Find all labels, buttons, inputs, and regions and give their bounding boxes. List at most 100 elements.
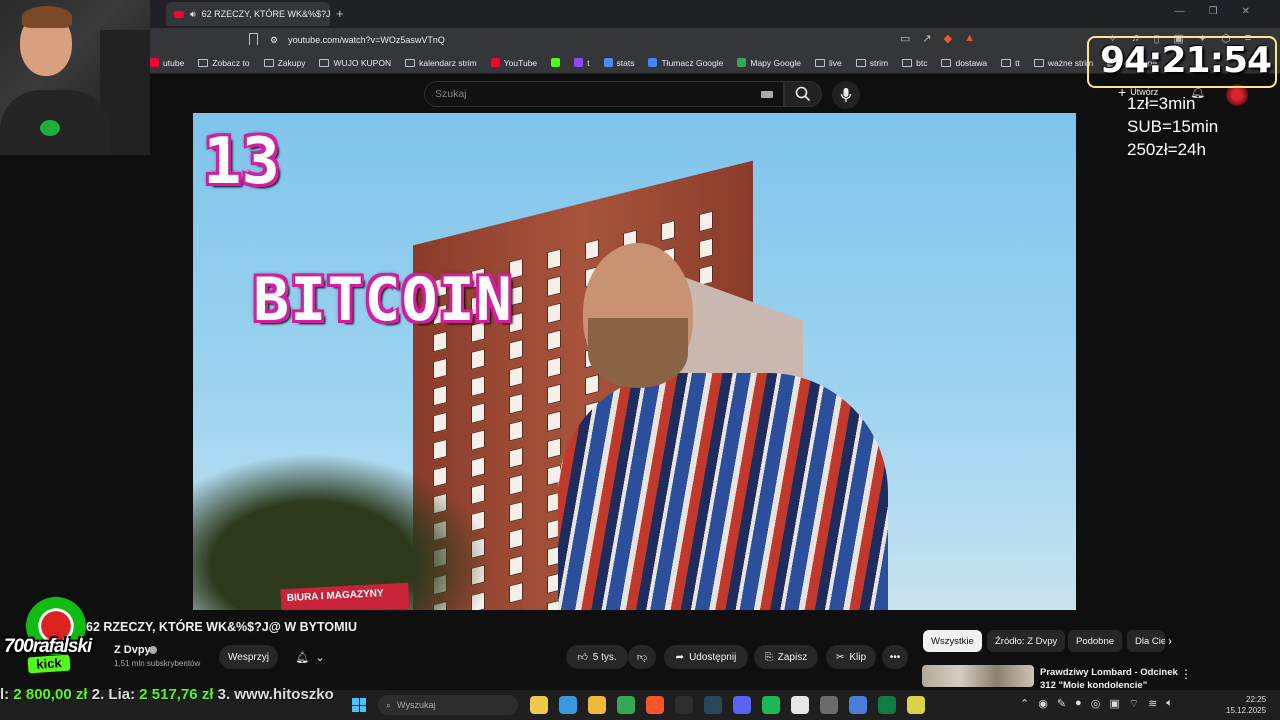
bookmark-item[interactable]: tt bbox=[1001, 58, 1020, 68]
steam-icon[interactable] bbox=[704, 696, 722, 714]
building-window bbox=[471, 402, 485, 424]
bookmark-item[interactable]: ważne strim bbox=[1033, 58, 1093, 68]
bookmark-item[interactable]: stats bbox=[603, 58, 634, 68]
folder-icon bbox=[855, 58, 866, 67]
bookmark-item[interactable]: utube bbox=[150, 58, 184, 68]
chip-for-you[interactable]: Dla Ciebie bbox=[1127, 630, 1165, 652]
chrome-icon[interactable] bbox=[617, 696, 635, 714]
bookmark-item[interactable]: YouTube bbox=[490, 58, 537, 68]
taskbar-clock[interactable]: 22:25 15.12.2025 bbox=[1226, 694, 1266, 716]
new-tab-button[interactable]: + bbox=[336, 6, 344, 21]
recommendation-thumbnail[interactable] bbox=[922, 665, 1034, 687]
share-label: Udostępnij bbox=[689, 651, 737, 663]
brave-icon[interactable] bbox=[646, 696, 664, 714]
bookmark-item[interactable] bbox=[551, 58, 561, 67]
close-window-button[interactable]: ✕ bbox=[1242, 6, 1250, 17]
search-input[interactable]: Szukaj bbox=[424, 81, 784, 107]
search-button[interactable] bbox=[784, 81, 822, 107]
recommendation-title[interactable]: Prawdziwy Lombard - Odcinek 312 "Moje ko… bbox=[1040, 666, 1180, 688]
ticker-amount: 2 800,00 zł bbox=[13, 686, 92, 703]
save-button[interactable]: ⎘ Zapisz bbox=[754, 645, 818, 669]
building-window bbox=[509, 338, 523, 361]
taskbar-search-placeholder: Wyszukaj bbox=[397, 700, 436, 710]
address-bar[interactable]: ⚙︎ youtube.com/watch?v=WOz5aswVTnQ bbox=[270, 31, 970, 49]
building-window bbox=[547, 410, 561, 432]
clip-button[interactable]: ✂ Klip bbox=[826, 645, 876, 669]
site-settings-icon[interactable]: ⚙︎ bbox=[270, 35, 278, 46]
chevron-right-icon[interactable]: › bbox=[1168, 634, 1172, 648]
tray-app-icon[interactable]: ▣ bbox=[1109, 697, 1119, 711]
bookmark-item[interactable]: live bbox=[814, 58, 842, 68]
tray-pen-icon[interactable]: ✎ bbox=[1057, 697, 1066, 711]
resolve-icon[interactable] bbox=[820, 696, 838, 714]
bookmark-label: WUJO KUPON bbox=[333, 57, 392, 68]
twitch-icon bbox=[574, 58, 584, 67]
network-icon[interactable]: ⌔ bbox=[1129, 697, 1139, 711]
subscription-bell-button[interactable]: 🔔︎ ⌄ bbox=[286, 645, 334, 669]
building-window bbox=[585, 374, 599, 396]
bookmark-item[interactable]: t bbox=[574, 58, 590, 68]
notes-icon[interactable] bbox=[907, 696, 925, 714]
chip-source[interactable]: Źródło: Z Dvpy bbox=[987, 630, 1066, 652]
bookmark-item[interactable]: strim bbox=[855, 58, 888, 68]
tray-app-icon[interactable]: ● bbox=[1075, 697, 1082, 711]
bookmark-label: btc bbox=[916, 57, 928, 68]
tray-chevron-icon[interactable]: ⌃ bbox=[1020, 697, 1029, 711]
clock-time: 22:25 bbox=[1246, 695, 1267, 704]
tray-app-icon[interactable]: ◎ bbox=[1091, 697, 1101, 711]
windows-start-icon[interactable] bbox=[352, 698, 366, 712]
bookmark-label: Mapy Google bbox=[750, 57, 801, 68]
bookmark-item[interactable]: Tłumacz Google bbox=[648, 58, 723, 68]
store-icon[interactable] bbox=[559, 696, 577, 714]
more-actions-button[interactable]: ••• bbox=[882, 645, 908, 669]
wifi-icon[interactable]: ≋ bbox=[1148, 697, 1157, 711]
app-icon[interactable] bbox=[791, 696, 809, 714]
voice-search-button[interactable] bbox=[832, 81, 860, 109]
share-button[interactable]: ➦ Udostępnij bbox=[664, 645, 748, 669]
bookmark-item[interactable]: WUJO KUPON bbox=[319, 58, 391, 68]
translate-icon bbox=[648, 58, 658, 67]
bookmark-label: dostawa bbox=[955, 57, 988, 68]
chip-similar[interactable]: Podobne bbox=[1068, 630, 1123, 652]
minimize-button[interactable]: — bbox=[1175, 6, 1185, 17]
url-text[interactable]: youtube.com/watch?v=WOz5aswVTnQ bbox=[288, 35, 445, 45]
channel-name[interactable]: Z Dvpy bbox=[114, 644, 151, 656]
bookmark-item[interactable]: dostawa bbox=[941, 58, 987, 68]
bookmark-item[interactable]: btc bbox=[902, 58, 927, 68]
obs-icon[interactable] bbox=[675, 696, 693, 714]
restore-button[interactable]: ❐ bbox=[1209, 6, 1218, 17]
support-button[interactable]: Wesprzyj bbox=[219, 645, 278, 669]
taskbar-search[interactable]: ⌕ Wyszukaj bbox=[378, 695, 518, 715]
dislike-button[interactable]: 👎︎ bbox=[628, 645, 656, 669]
keyboard-icon[interactable] bbox=[761, 91, 773, 98]
excel-icon[interactable] bbox=[878, 696, 896, 714]
ticker-label: l: bbox=[0, 686, 14, 703]
bookmark-item[interactable]: kalendarz strim bbox=[405, 58, 477, 68]
brave-shield-icon[interactable]: ◆ bbox=[944, 32, 952, 45]
like-button[interactable]: 👍︎ 5 tys. bbox=[566, 645, 628, 669]
building-window bbox=[433, 357, 447, 380]
folder-icon[interactable] bbox=[588, 696, 606, 714]
share-icon[interactable]: ↗ bbox=[922, 32, 931, 45]
bookmark-item[interactable]: Zobacz to bbox=[198, 58, 250, 68]
video-person-beard bbox=[588, 318, 688, 388]
tray-app-icon[interactable]: ◉ bbox=[1038, 697, 1048, 711]
rewards-icon[interactable]: ▲ bbox=[964, 32, 975, 45]
search-icon bbox=[795, 86, 811, 102]
explorer-icon[interactable] bbox=[530, 696, 548, 714]
files-icon[interactable] bbox=[849, 696, 867, 714]
video-player[interactable]: BIURA I MAGAZYNY 13 BITCOIN bbox=[193, 113, 1076, 610]
more-vert-icon[interactable]: ⋮ bbox=[1180, 667, 1192, 681]
discord-icon[interactable] bbox=[733, 696, 751, 714]
folder-icon bbox=[1033, 58, 1044, 67]
browser-tab[interactable]: 🔊︎ 62 RZECZY, KTÓRE WK&%$?J ✕ bbox=[166, 2, 330, 26]
folder-icon bbox=[902, 58, 913, 67]
kick-channel-name: 700rafalski bbox=[4, 636, 92, 657]
bookmark-item[interactable]: Mapy Google bbox=[737, 58, 801, 68]
chip-all[interactable]: Wszystkie bbox=[923, 630, 982, 652]
volume-icon[interactable]: 🔈︎ bbox=[1166, 697, 1173, 711]
spotify-icon[interactable] bbox=[762, 696, 780, 714]
bookmark-item[interactable]: Zakupy bbox=[263, 58, 305, 68]
bookmark-icon[interactable] bbox=[249, 33, 258, 45]
cast-icon[interactable]: ▭ bbox=[900, 32, 910, 45]
